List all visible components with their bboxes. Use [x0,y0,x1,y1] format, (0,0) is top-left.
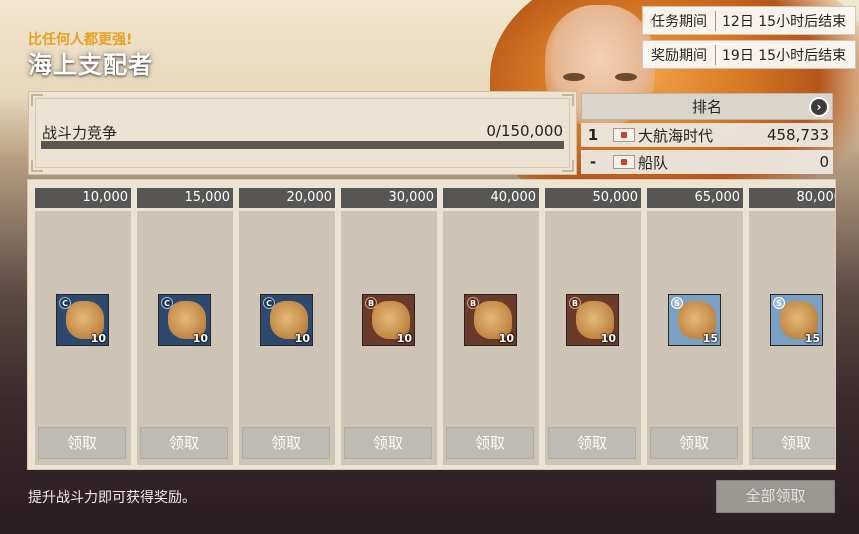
reward-tier: 40,000 B 10 领取 [443,188,539,465]
treasure-scroll-icon[interactable]: B 10 [464,294,517,346]
grade-badge: B [569,297,581,309]
rank-number: - [589,153,597,171]
mission-period: 任务期间 12日 15小时后结束 [642,6,856,35]
reward-threshold: 40,000 [443,188,539,208]
reward-period-value: 19日 15小时后结束 [722,47,847,64]
treasure-scroll-icon[interactable]: C 10 [260,294,313,346]
reward-tier-body: B 10 领取 [443,211,539,465]
reward-tier: 10,000 C 10 领取 [35,188,131,465]
reward-threshold: 10,000 [35,188,131,208]
grade-badge: C [161,297,173,309]
treasure-scroll-icon[interactable]: C 10 [56,294,109,346]
progress-label: 战斗力竞争 [42,124,118,142]
claim-button[interactable]: 领取 [140,427,228,459]
ranking-row: 1 大航海时代 458,733 [581,123,833,147]
event-title: 海上支配者 [28,51,153,79]
reward-tier-body: B 10 领取 [545,211,641,465]
reward-threshold: 15,000 [137,188,233,208]
chevron-right-icon[interactable]: › [809,97,829,117]
claim-button[interactable]: 领取 [38,427,126,459]
grade-badge: C [59,297,71,309]
progress-bar [41,141,564,149]
rank-name: 大航海时代 [638,126,714,145]
flag-icon [613,128,635,142]
reward-hint: 提升战斗力即可获得奖励。 [28,490,196,506]
treasure-scroll-icon[interactable]: S 15 [668,294,721,346]
claim-button[interactable]: 领取 [752,427,835,459]
claim-button[interactable]: 领取 [548,427,636,459]
reward-tier-body: B 10 领取 [341,211,437,465]
claim-button[interactable]: 领取 [650,427,738,459]
grade-badge: S [773,297,785,309]
grade-badge: B [467,297,479,309]
reward-threshold: 30,000 [341,188,437,208]
treasure-scroll-icon[interactable]: B 10 [362,294,415,346]
grade-badge: S [671,297,683,309]
treasure-scroll-icon[interactable]: S 15 [770,294,823,346]
ranking-panel: 排名 › 1 大航海时代 458,733 - 船队 0 [581,93,833,174]
rank-score: 0 [819,153,829,171]
reward-tier: 80,000 S 15 领取 [749,188,835,465]
reward-tier-body: C 10 领取 [35,211,131,465]
item-quantity: 10 [600,332,616,345]
reward-tier: 50,000 B 10 领取 [545,188,641,465]
item-quantity: 10 [498,332,514,345]
grade-badge: C [263,297,275,309]
reward-threshold: 20,000 [239,188,335,208]
reward-tier-body: S 15 领取 [647,211,743,465]
item-quantity: 15 [804,332,820,345]
item-quantity: 15 [702,332,718,345]
item-quantity: 10 [90,332,106,345]
treasure-scroll-icon[interactable]: C 10 [158,294,211,346]
claim-button[interactable]: 领取 [344,427,432,459]
frame-corner [562,94,574,106]
reward-threshold: 50,000 [545,188,641,208]
reward-tier: 65,000 S 15 领取 [647,188,743,465]
hero-eye-right [615,73,637,81]
reward-threshold: 80,000 [749,188,835,208]
reward-threshold: 65,000 [647,188,743,208]
grade-badge: B [365,297,377,309]
reward-period-label: 奖励期间 [651,44,716,65]
reward-tier-body: S 15 领取 [749,211,835,465]
reward-tier: 15,000 C 10 领取 [137,188,233,465]
item-quantity: 10 [192,332,208,345]
item-quantity: 10 [294,332,310,345]
reward-tier-body: C 10 领取 [137,211,233,465]
mission-period-value: 12日 15小时后结束 [722,13,847,30]
rank-name: 船队 [638,153,669,172]
mission-period-label: 任务期间 [651,10,716,31]
frame-corner [31,160,43,172]
claim-all-button[interactable]: 全部领取 [716,480,835,513]
ranking-header[interactable]: 排名 › [581,93,833,120]
claim-button[interactable]: 领取 [446,427,534,459]
reward-tier-body: C 10 领取 [239,211,335,465]
hero-eye-left [563,73,585,81]
ranking-title: 排名 [691,98,722,116]
reward-tier: 30,000 B 10 领取 [341,188,437,465]
claim-button[interactable]: 领取 [242,427,330,459]
reward-list[interactable]: 10,000 C 10 领取 15,000 C 10 领取 20,000 C 10 领取 30,000 B… [27,179,836,470]
rank-score: 458,733 [766,126,829,144]
frame-corner [562,160,574,172]
flag-icon [613,155,635,169]
reward-period: 奖励期间 19日 15小时后结束 [642,40,856,69]
frame-corner [31,94,43,106]
item-quantity: 10 [396,332,412,345]
reward-tier: 20,000 C 10 领取 [239,188,335,465]
progress-panel: 战斗力竞争 0/150,000 [28,91,577,175]
progress-value: 0/150,000 [486,122,563,140]
treasure-scroll-icon[interactable]: B 10 [566,294,619,346]
ranking-row: - 船队 0 [581,150,833,174]
rank-number: 1 [587,126,599,144]
